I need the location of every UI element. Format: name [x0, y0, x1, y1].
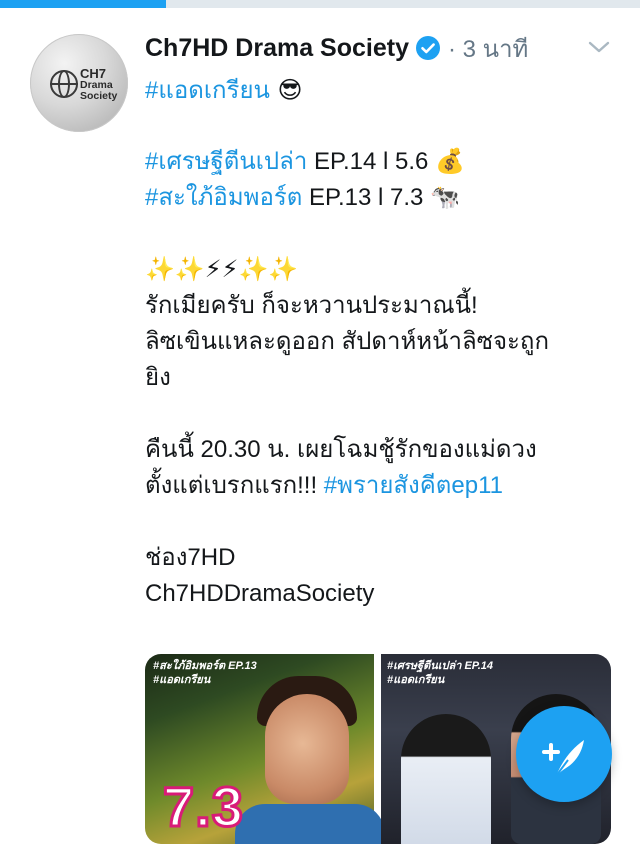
hashtag-link[interactable]: #สะใภ้อิมพอร์ต — [145, 184, 302, 211]
tweet-line: #แอดเกรียน 😎 — [145, 72, 615, 108]
tweet-text-segment: ช่อง7HD — [145, 544, 236, 571]
tweet-line: ตั้งแต่เบรกแรก!!! #พรายสังคีตep11 — [145, 468, 615, 504]
tweet-header: Ch7HD Drama Society · 3 นาที — [145, 28, 528, 68]
tweet-line: ลิซเขินแหละดูออก สัปดาห์หน้าลิซจะถูก — [145, 324, 615, 360]
tweet-text-segment: EP.13 l 7.3 🐄 — [302, 184, 460, 211]
compose-tweet-button[interactable] — [516, 706, 612, 802]
media-1-caption-line2: #แอดเกรียน — [153, 674, 211, 686]
media-2-caption-line2: #แอดเกรียน — [387, 674, 445, 686]
image-face-shape — [265, 694, 349, 804]
media-2-caption-line1: #เศรษฐีตีนเปล่า EP.14 — [387, 660, 494, 672]
tweet-text-segment: Ch7HDDramaSociety — [145, 580, 375, 607]
tweet-line: ยิง — [145, 360, 615, 396]
compose-tweet-icon — [542, 740, 584, 777]
tweet-timestamp[interactable]: · 3 นาที — [448, 29, 528, 68]
image-shirt-shape — [235, 804, 385, 844]
tweet-text-segment: ตั้งแต่เบรกแรก!!! — [145, 472, 324, 499]
author-name[interactable]: Ch7HD Drama Society — [145, 34, 409, 63]
tweet-line: คืนนี้ 20.30 น. เผยโฉมชู้รักของแม่ดวง — [145, 432, 615, 468]
tweet-text-segment: ลิซเขินแหละดูออก สัปดาห์หน้าลิซจะถูก — [145, 328, 549, 355]
media-1-caption-line1: #สะใภ้อิมพอร์ต EP.13 — [153, 660, 257, 672]
globe-logo-icon — [50, 70, 78, 98]
tweet-text-segment: ✨✨⚡⚡✨✨ — [145, 256, 299, 283]
tweet-text-segment: รักเมียครับ ก็จะหวานประมาณนี้! — [145, 292, 478, 319]
avatar-logo-line2: Drama — [80, 79, 113, 91]
hashtag-link[interactable]: #พรายสังคีตep11 — [324, 472, 503, 499]
verified-badge-icon — [415, 36, 440, 60]
emoji-text: 😎 — [269, 76, 303, 104]
hashtag-link[interactable]: #แอดเกรียน — [145, 77, 270, 104]
image-person-1-shape — [401, 714, 491, 844]
tweet-line: #เศรษฐีตีนเปล่า EP.14 l 5.6 💰 — [145, 144, 615, 180]
media-1-rating-overlay: 7.3 — [162, 774, 245, 840]
avatar[interactable]: CH7 Drama Society — [30, 34, 128, 132]
tweet-line: #สะใภ้อิมพอร์ต EP.13 l 7.3 🐄 — [145, 180, 615, 216]
tweet-text-segment: EP.14 l 5.6 💰 — [307, 148, 465, 175]
separator-dot: · — [447, 35, 456, 63]
hashtag-link[interactable]: #เศรษฐีตีนเปล่า — [145, 148, 307, 175]
tweet-line: ✨✨⚡⚡✨✨ — [145, 252, 615, 288]
avatar-logo-line3: Society — [80, 89, 118, 102]
tweet-line: ช่อง7HD — [145, 540, 615, 576]
tweet-text-segment: ยิง — [145, 364, 171, 391]
avatar-logo-text: CH7 Drama Society — [80, 67, 124, 101]
time-label: 3 นาที — [462, 35, 529, 63]
tweet-line: Ch7HDDramaSociety — [145, 576, 615, 612]
tab-indicator-bar — [0, 0, 640, 8]
tweet-line: รักเมียครับ ก็จะหวานประมาณนี้! — [145, 288, 615, 324]
tweet-text-segment: คืนนี้ 20.30 น. เผยโฉมชู้รักของแม่ดวง — [145, 436, 537, 463]
active-tab-indicator — [0, 0, 166, 8]
chevron-down-icon[interactable] — [586, 36, 612, 58]
tweet-text: #แอดเกรียน 😎 #เศรษฐีตีนเปล่า EP.14 l 5.6 … — [145, 72, 615, 612]
media-image-1[interactable]: #สะใภ้อิมพอร์ต EP.13 #แอดเกรียน 7.3 — [145, 654, 385, 844]
